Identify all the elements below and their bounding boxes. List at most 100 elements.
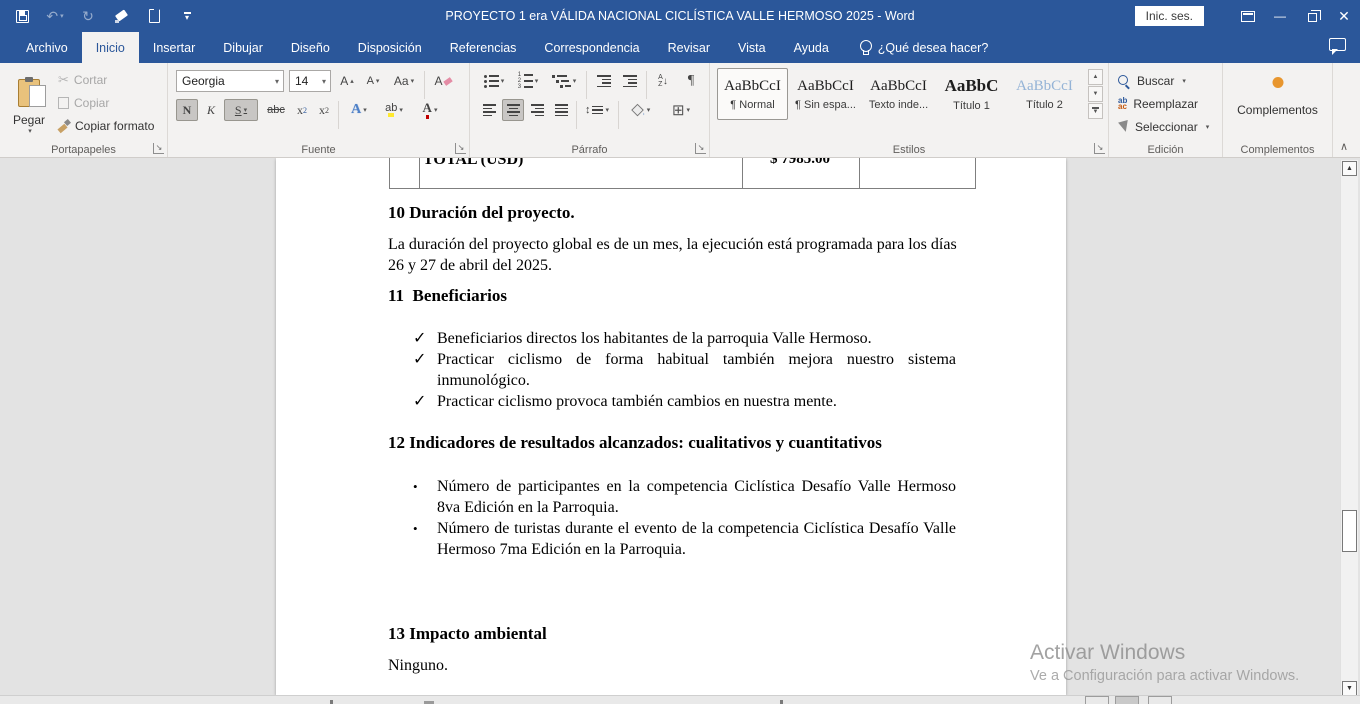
clear-formatting-button[interactable]: A: [430, 70, 456, 92]
portapapeles-dialog-launcher-icon[interactable]: ↘: [153, 143, 164, 154]
table-cell-total-value[interactable]: $ 7985.00: [742, 158, 860, 188]
superscript-button[interactable]: x2: [314, 99, 334, 121]
replace-button[interactable]: abac Reemplazar: [1118, 93, 1198, 115]
budget-table-row[interactable]: TOTAL (USD) $ 7985.00: [389, 158, 976, 189]
collapse-ribbon-icon[interactable]: ∧: [1340, 140, 1348, 153]
styles-scroll-up-icon[interactable]: ▲: [1088, 69, 1103, 85]
justify-button[interactable]: [550, 99, 572, 121]
heading-13-impacto[interactable]: 13 Impacto ambiental: [388, 624, 547, 644]
paragraph-ninguno[interactable]: Ninguno.: [388, 655, 960, 676]
check-item[interactable]: ✓ Beneficiarios directos los habitantes …: [413, 328, 956, 349]
select-button[interactable]: Seleccionar▾: [1118, 116, 1209, 138]
estilos-dialog-launcher-icon[interactable]: ↘: [1094, 143, 1105, 154]
heading-11-beneficiarios[interactable]: 11 Beneficiarios: [388, 286, 507, 306]
tab-correspondencia[interactable]: Correspondencia: [530, 32, 653, 63]
customize-quick-access-icon[interactable]: ▾: [178, 7, 196, 25]
tab-insertar[interactable]: Insertar: [139, 32, 209, 63]
underline-button[interactable]: S▾: [224, 99, 258, 121]
bullet-item[interactable]: • Número de turistas durante el evento d…: [413, 518, 956, 560]
text-effects-button[interactable]: A▾: [344, 99, 374, 121]
font-size-combo[interactable]: 14▾: [289, 70, 331, 92]
style-texto-independiente[interactable]: AaBbCcI Texto inde...: [863, 68, 934, 120]
bullet-list-button[interactable]: ▾: [478, 70, 510, 92]
borders-button[interactable]: ⊞▾: [662, 99, 700, 121]
font-color-button[interactable]: A ▾: [414, 99, 446, 121]
align-left-button[interactable]: [478, 99, 500, 121]
check-item[interactable]: ✓ Practicar ciclismo de forma habitual t…: [413, 349, 956, 391]
redo-icon[interactable]: ↻: [79, 7, 97, 25]
vertical-scrollbar[interactable]: ▲ ▼: [1340, 160, 1358, 697]
tab-diseno[interactable]: Diseño: [277, 32, 344, 63]
show-marks-button[interactable]: ¶: [680, 70, 702, 92]
tab-referencias[interactable]: Referencias: [436, 32, 531, 63]
tab-ayuda[interactable]: Ayuda: [780, 32, 843, 63]
parrafo-dialog-launcher-icon[interactable]: ↘: [695, 143, 706, 154]
sort-button[interactable]: AZ ↓: [650, 70, 676, 92]
print-layout-view-button[interactable]: [1115, 696, 1139, 704]
web-layout-view-button[interactable]: [1148, 696, 1172, 704]
text-highlight-button[interactable]: ab ▾: [378, 99, 410, 121]
copy-button[interactable]: Copiar: [58, 92, 162, 113]
scrollbar-thumb[interactable]: [1342, 510, 1357, 552]
paragraph-duracion[interactable]: La duración del proyecto global es de un…: [388, 234, 960, 276]
scroll-up-icon[interactable]: ▲: [1342, 161, 1357, 176]
ribbon-display-options-icon[interactable]: [1232, 0, 1264, 32]
font-family-combo[interactable]: Georgia▾: [176, 70, 284, 92]
cut-button[interactable]: ✂ Cortar: [58, 69, 162, 90]
tab-vista[interactable]: Vista: [724, 32, 780, 63]
sign-in-button[interactable]: Inic. ses.: [1135, 6, 1204, 26]
heading-12-indicadores[interactable]: 12 Indicadores de resultados alcanzados:…: [388, 433, 882, 453]
shading-button[interactable]: ▾: [622, 99, 658, 121]
italic-button[interactable]: K: [201, 99, 221, 121]
change-case-button[interactable]: Aa▾: [388, 70, 420, 92]
bullet-item[interactable]: • Número de participantes en la competen…: [413, 476, 956, 518]
read-mode-view-button[interactable]: [1085, 696, 1109, 704]
restore-button[interactable]: [1296, 0, 1328, 32]
scroll-down-icon[interactable]: ▼: [1342, 681, 1357, 696]
table-cell-empty-left[interactable]: [389, 158, 420, 188]
align-center-button[interactable]: [502, 99, 524, 121]
check-item[interactable]: ✓ Practicar ciclismo provoca también cam…: [413, 391, 956, 412]
multilevel-list-button[interactable]: ▾: [547, 70, 581, 92]
document-page[interactable]: TOTAL (USD) $ 7985.00 10 Duración del pr…: [276, 158, 1066, 695]
tab-revisar[interactable]: Revisar: [654, 32, 724, 63]
numbered-list-button[interactable]: 1 2 3 ▾: [512, 70, 544, 92]
beneficiarios-checklist[interactable]: ✓ Beneficiarios directos los habitantes …: [413, 328, 956, 412]
find-button[interactable]: Buscar▾: [1118, 70, 1186, 92]
grow-font-button[interactable]: A▴: [335, 70, 359, 92]
tab-archivo[interactable]: Archivo: [12, 32, 82, 63]
draw-touch-icon[interactable]: [112, 7, 130, 25]
close-button[interactable]: ✕: [1328, 0, 1360, 32]
fuente-dialog-launcher-icon[interactable]: ↘: [455, 143, 466, 154]
tab-disposicion[interactable]: Disposición: [344, 32, 436, 63]
save-icon[interactable]: [13, 7, 31, 25]
undo-icon[interactable]: ↶▾: [46, 7, 64, 25]
format-painter-button[interactable]: Copiar formato: [58, 115, 162, 136]
strikethrough-button[interactable]: abc: [262, 99, 290, 121]
heading-10-duracion[interactable]: 10 Duración del proyecto.: [388, 203, 575, 223]
style-titulo-2[interactable]: AaBbCcI Título 2: [1009, 68, 1080, 120]
group-complementos[interactable]: Complementos Complementos: [1223, 63, 1333, 157]
minimize-button[interactable]: —: [1264, 0, 1296, 32]
table-cell-total-label[interactable]: TOTAL (USD): [419, 158, 743, 188]
styles-gallery-more-icon[interactable]: ▼: [1088, 103, 1103, 119]
bold-button[interactable]: N: [176, 99, 198, 121]
comments-icon[interactable]: [1329, 38, 1346, 51]
tab-dibujar[interactable]: Dibujar: [209, 32, 277, 63]
style-sin-espaciado[interactable]: AaBbCcI ¶ Sin espa...: [790, 68, 861, 120]
table-cell-empty-right[interactable]: [859, 158, 976, 188]
style-titulo-1[interactable]: AaBbC Título 1: [936, 68, 1007, 120]
align-right-button[interactable]: [526, 99, 548, 121]
tab-inicio[interactable]: Inicio: [82, 32, 139, 63]
tell-me-box[interactable]: ¿Qué desea hacer?: [859, 32, 989, 63]
paste-button[interactable]: Pegar ▾: [6, 67, 52, 143]
subscript-button[interactable]: x2: [292, 99, 312, 121]
style-normal[interactable]: AaBbCcI ¶ Normal: [717, 68, 788, 120]
styles-scroll-down-icon[interactable]: ▼: [1088, 86, 1103, 102]
decrease-indent-button[interactable]: [592, 70, 616, 92]
increase-indent-button[interactable]: [618, 70, 642, 92]
line-spacing-button[interactable]: ↕ ▾: [580, 99, 614, 121]
shrink-font-button[interactable]: A▾: [361, 70, 385, 92]
indicadores-bullet-list[interactable]: • Número de participantes en la competen…: [413, 476, 956, 560]
new-document-icon[interactable]: [145, 7, 163, 25]
